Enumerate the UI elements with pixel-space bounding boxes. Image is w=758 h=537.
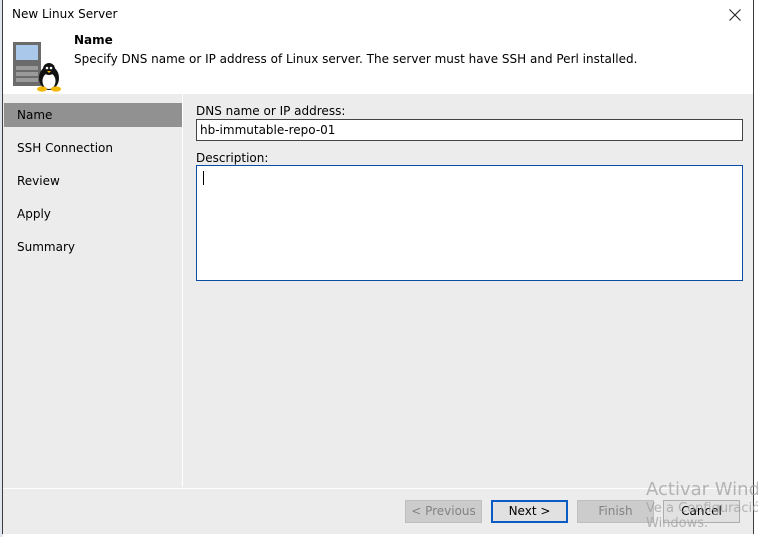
description-input[interactable] xyxy=(196,165,743,281)
new-linux-server-dialog: New Linux Server Name Specify DNS name o… xyxy=(2,0,754,534)
step-description: Specify DNS name or IP address of Linux … xyxy=(74,52,638,66)
sidebar-item-label: Review xyxy=(17,174,60,188)
sidebar-item-apply[interactable]: Apply xyxy=(4,202,182,226)
finish-button[interactable]: Finish xyxy=(577,500,654,523)
sidebar-item-name[interactable]: Name xyxy=(4,103,182,127)
sidebar-item-label: Summary xyxy=(17,240,75,254)
sidebar-item-label: SSH Connection xyxy=(17,141,113,155)
window-title: New Linux Server xyxy=(12,7,118,21)
linux-server-icon xyxy=(13,42,61,92)
next-button[interactable]: Next > xyxy=(491,500,568,523)
sidebar-item-label: Apply xyxy=(17,207,51,221)
previous-button[interactable]: < Previous xyxy=(405,500,482,523)
sidebar-item-review[interactable]: Review xyxy=(4,169,182,193)
close-button[interactable] xyxy=(717,0,753,30)
sidebar-item-label: Name xyxy=(17,108,53,122)
dns-name-input[interactable] xyxy=(196,119,743,141)
description-label: Description: xyxy=(196,151,269,165)
wizard-header: Name Specify DNS name or IP address of L… xyxy=(3,30,753,94)
dns-label: DNS name or IP address: xyxy=(196,104,346,118)
text-caret xyxy=(203,171,204,185)
sidebar-item-ssh-connection[interactable]: SSH Connection xyxy=(4,136,182,160)
cancel-button[interactable]: Cancel xyxy=(663,500,740,523)
wizard-footer: < Previous Next > Finish Cancel xyxy=(3,488,753,534)
title-bar: New Linux Server xyxy=(3,0,753,30)
wizard-steps-sidebar: Name SSH Connection Review Apply Summary xyxy=(3,94,183,487)
sidebar-item-summary[interactable]: Summary xyxy=(4,235,182,259)
wizard-content: DNS name or IP address: Description: xyxy=(184,94,753,487)
step-title: Name xyxy=(74,33,113,47)
close-icon xyxy=(729,9,741,21)
